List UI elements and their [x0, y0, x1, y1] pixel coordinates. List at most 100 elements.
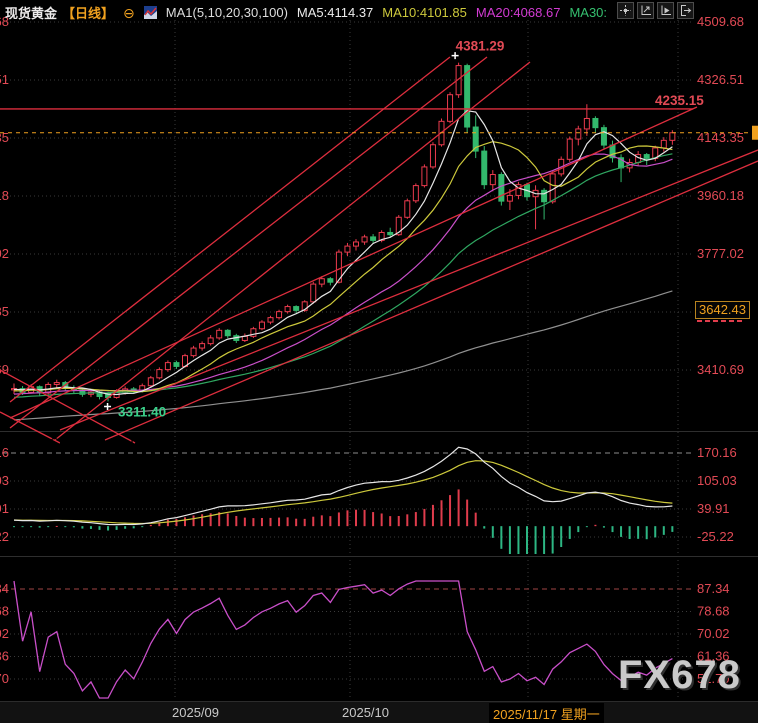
- svg-text:105.03: 105.03: [0, 473, 9, 488]
- macd-histogram-bar: [449, 495, 452, 527]
- macd-histogram-bar: [551, 526, 554, 554]
- candle-body: [464, 65, 471, 128]
- macd-histogram-bar: [406, 514, 409, 527]
- candle-body: [481, 150, 488, 186]
- macd-histogram-bar: [89, 526, 92, 529]
- candle-body: [592, 117, 599, 129]
- svg-text:78.68: 78.68: [0, 604, 9, 619]
- rsi3-value: RSI3:59.83: [271, 563, 337, 578]
- low-marker-cross: [104, 402, 112, 410]
- candle-body: [566, 138, 573, 160]
- macd-histogram-bar: [363, 509, 366, 527]
- svg-text:39.91: 39.91: [0, 501, 9, 516]
- macd-histogram-bar: [107, 526, 110, 531]
- marked-price-tag[interactable]: 3642.43: [695, 301, 750, 319]
- trend-line: [59, 149, 758, 431]
- rsi-settings-label[interactable]: RSI(14,14,14): [30, 563, 111, 578]
- macd-header: MACD(26,12,9) DIFF:35.27 DEA:34.01 MACD:…: [30, 435, 345, 450]
- macd-histogram-bar: [64, 526, 67, 528]
- trend-line: [9, 106, 698, 419]
- macd-histogram-bar: [474, 512, 477, 527]
- macd-histogram-bar: [201, 514, 204, 527]
- candle-body: [404, 200, 411, 218]
- candle-body: [318, 278, 325, 285]
- x-axis-bar: 2025/09 2025/10 2025/11/17 星期一: [0, 701, 758, 723]
- trendlines-layer[interactable]: [0, 56, 758, 444]
- svg-text:70.02: 70.02: [0, 626, 9, 641]
- candle-body: [429, 144, 436, 168]
- candle-body: [600, 127, 607, 146]
- move-icon[interactable]: [617, 2, 634, 19]
- candle-body: [190, 347, 197, 357]
- resistance-annotation: 4235.15: [655, 93, 704, 108]
- svg-text:-25.22: -25.22: [697, 529, 734, 544]
- macd-histogram-bar: [243, 517, 246, 527]
- macd-histogram-bar: [372, 512, 375, 527]
- macd-histogram-bar: [184, 517, 186, 527]
- candle-body: [207, 337, 214, 345]
- candle-body: [327, 278, 334, 283]
- ma5-value: MA5:4114.37: [296, 5, 374, 20]
- rsi-layer: [13, 580, 673, 699]
- chart-header: 现货黄金 【日线】 ⊖ MA1(5,10,20,30,100) MA5:4114…: [5, 3, 607, 22]
- ma30-value: MA30:: [569, 5, 608, 20]
- macd-histogram-bar: [628, 526, 631, 540]
- candle-body: [660, 139, 667, 149]
- candles-layer: [11, 62, 676, 402]
- candle-body: [293, 306, 300, 311]
- macd-histogram-bar: [72, 526, 75, 528]
- gridlines-layer: [2, 12, 693, 699]
- trend-line: [104, 160, 758, 441]
- ma-settings-label[interactable]: MA1(5,10,20,30,100): [166, 5, 288, 20]
- candle-body: [370, 236, 377, 241]
- axis-labels: 4509.684509.684326.514326.514143.354143.…: [0, 14, 744, 686]
- chart-canvas[interactable]: 4509.684509.684326.514326.514143.354143.…: [0, 0, 758, 723]
- candle-body: [173, 362, 180, 367]
- rsi-header: RSI(14,14,14) RSI1:59.83 RSI2:59.83 RSI3…: [30, 563, 336, 578]
- svg-text:4326.51: 4326.51: [0, 72, 9, 87]
- macd-value: MACD:2.52: [278, 435, 346, 450]
- macd-histogram-bar: [645, 526, 648, 540]
- axis-play-icon[interactable]: [657, 2, 674, 19]
- macd-histogram-bar: [269, 517, 272, 527]
- x-label-october: 2025/10: [342, 705, 389, 720]
- svg-text:4326.51: 4326.51: [697, 72, 744, 87]
- macd-diff-value: DIFF:35.27: [130, 435, 196, 450]
- macd-settings-label[interactable]: MACD(26,12,9): [30, 435, 120, 450]
- macd-histogram-bar: [585, 526, 588, 528]
- macd-histogram-bar: [226, 513, 229, 527]
- candle-body: [344, 245, 351, 253]
- candle-body: [489, 174, 496, 186]
- macd-histogram-bar: [526, 526, 528, 554]
- ma-lines-layer: [13, 110, 673, 421]
- macd-histogram-bar: [81, 526, 84, 529]
- macd-histogram-bar: [13, 526, 15, 528]
- period-label: 【日线】: [62, 6, 115, 21]
- svg-text:3777.02: 3777.02: [697, 246, 744, 261]
- macd-histogram-bar: [517, 526, 520, 554]
- macd-histogram-bar: [560, 526, 563, 548]
- candle-body: [284, 306, 291, 313]
- annotations-layer: 4381.29 3311.40 4235.15: [104, 39, 704, 419]
- macd-histogram-bar: [286, 517, 289, 527]
- macd-histogram-bar: [568, 526, 571, 539]
- candle-body: [387, 231, 394, 236]
- macd-histogram-bar: [466, 499, 469, 527]
- svg-text:170.16: 170.16: [0, 445, 9, 460]
- macd-histogram-bar: [431, 504, 434, 527]
- candle-body: [216, 329, 223, 339]
- axis-scale-icon[interactable]: [637, 2, 654, 19]
- macd-histogram-bar: [235, 515, 238, 527]
- exit-chart-icon[interactable]: [677, 2, 694, 19]
- candle-body: [575, 128, 582, 140]
- macd-histogram-bar: [594, 524, 597, 527]
- macd-histogram-bar: [491, 526, 494, 538]
- candle-body: [156, 369, 163, 379]
- candle-body: [412, 185, 419, 202]
- collapse-indicator-toggle[interactable]: ⊖: [123, 6, 135, 20]
- mini-chart-icon[interactable]: [143, 6, 157, 19]
- candle-body: [421, 166, 428, 187]
- candle-body: [541, 189, 548, 203]
- macd-histogram-bar: [637, 526, 640, 539]
- low-annotation: 3311.40: [118, 404, 166, 419]
